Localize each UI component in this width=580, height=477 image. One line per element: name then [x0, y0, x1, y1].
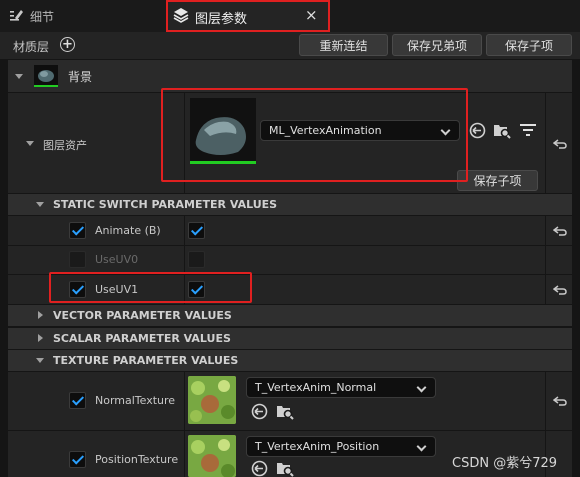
texture-preview-icon [188, 376, 236, 424]
asset-highlight-box [161, 88, 468, 182]
watermark: CSDN @紫兮729 [452, 456, 558, 471]
collapse-arrow-icon[interactable] [36, 358, 44, 363]
override-checkbox[interactable] [69, 392, 86, 409]
filter-icon[interactable] [520, 123, 536, 137]
tab-layer-parameters[interactable]: 图层参数 × [166, 0, 330, 32]
param-row-normaltexture: NormalTexture T_VertexAnim_Normal [8, 372, 572, 430]
collapse-arrow-icon[interactable] [26, 141, 34, 146]
override-checkbox[interactable] [69, 222, 86, 239]
use-selected-asset-icon[interactable] [251, 460, 268, 477]
save-child-button[interactable]: 保存子项 [486, 34, 572, 56]
close-icon[interactable]: × [305, 6, 318, 24]
static-switch-header: STATIC SWITCH PARAMETER VALUES [53, 198, 278, 211]
value-checkbox[interactable] [188, 222, 205, 239]
texture-params-header: TEXTURE PARAMETER VALUES [53, 354, 239, 367]
vector-params-header: VECTOR PARAMETER VALUES [53, 309, 232, 322]
texture-params-category[interactable]: TEXTURE PARAMETER VALUES [8, 350, 572, 371]
layer-thumbnail [34, 65, 58, 87]
scalar-params-header: SCALAR PARAMETER VALUES [53, 332, 231, 345]
use-selected-asset-icon[interactable] [469, 122, 486, 139]
texture-value: T_VertexAnim_Position [255, 440, 380, 453]
texture-dropdown[interactable]: T_VertexAnim_Normal [246, 377, 436, 398]
details-icon [10, 10, 23, 21]
browse-asset-icon[interactable] [276, 460, 294, 477]
tab-layer-parameters-label: 图层参数 [195, 12, 248, 27]
add-layer-button[interactable]: + [60, 37, 75, 52]
rock-thumbnail-icon [38, 70, 54, 82]
param-row-useuv0: UseUV0 [8, 246, 572, 274]
param-label: UseUV0 [95, 253, 139, 266]
tab-details-label: 细节 [30, 10, 55, 24]
background-layer-label: 背景 [68, 70, 93, 84]
reset-to-default-icon[interactable] [553, 139, 567, 149]
tab-details[interactable]: 细节 [0, 0, 166, 30]
browse-asset-icon[interactable] [276, 403, 294, 420]
chevron-down-icon [416, 441, 427, 452]
override-checkbox[interactable] [69, 251, 86, 268]
relink-button[interactable]: 重新连结 [299, 34, 388, 56]
reset-to-default-icon[interactable] [553, 226, 567, 236]
toolbar: 材质层 + 重新连结 保存兄弟项 保存子项 [0, 32, 580, 59]
value-checkbox [188, 251, 205, 268]
texture-value: T_VertexAnim_Normal [255, 381, 377, 394]
layers-icon [173, 8, 189, 23]
expand-arrow-icon[interactable] [38, 334, 43, 342]
use-selected-asset-icon[interactable] [251, 403, 268, 420]
param-label: PositionTexture [95, 453, 179, 466]
static-switch-category[interactable]: STATIC SWITCH PARAMETER VALUES [8, 194, 572, 215]
texture-preview-icon [188, 435, 236, 477]
reset-to-default-icon[interactable] [553, 285, 567, 295]
material-layer-label: 材质层 [13, 40, 50, 54]
param-label: NormalTexture [95, 394, 176, 407]
save-child-asset-button[interactable]: 保存子项 [457, 170, 538, 191]
useuv1-highlight-box [49, 272, 252, 303]
chevron-down-icon [416, 382, 427, 393]
vector-params-category[interactable]: VECTOR PARAMETER VALUES [8, 305, 572, 326]
texture-thumbnail[interactable] [188, 435, 236, 477]
reset-to-default-icon[interactable] [553, 396, 567, 406]
browse-asset-icon[interactable] [493, 122, 511, 139]
override-checkbox[interactable] [69, 451, 86, 468]
param-label: Animate (B) [95, 224, 161, 237]
collapse-arrow-icon[interactable] [15, 74, 23, 79]
save-sibling-button[interactable]: 保存兄弟项 [392, 34, 482, 56]
layer-asset-label: 图层资产 [43, 139, 87, 152]
texture-thumbnail[interactable] [188, 376, 236, 424]
plus-icon: + [62, 37, 73, 52]
scalar-params-category[interactable]: SCALAR PARAMETER VALUES [8, 328, 572, 349]
expand-arrow-icon[interactable] [38, 311, 43, 319]
texture-dropdown[interactable]: T_VertexAnim_Position [246, 436, 436, 457]
param-row-animate: Animate (B) [8, 216, 572, 245]
collapse-arrow-icon[interactable] [36, 202, 44, 207]
